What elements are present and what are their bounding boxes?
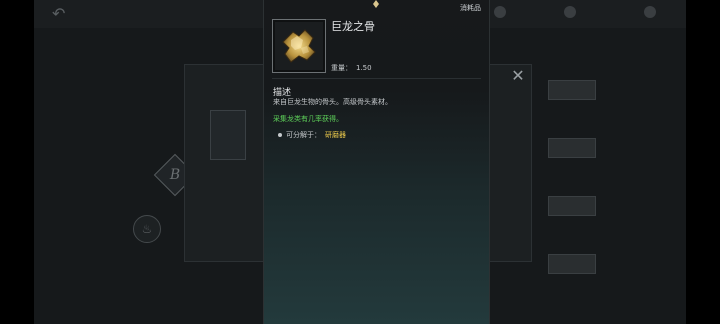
item-category: 消耗品 xyxy=(460,4,481,12)
decompose-info: 可分解于： 研磨器 xyxy=(278,130,346,140)
resource-icon xyxy=(494,6,510,18)
item-thumbnail xyxy=(272,19,326,73)
weight-label: 重量： xyxy=(331,64,352,72)
background-button xyxy=(548,138,596,158)
description-text: 来自巨龙生物的骨头。高级骨头素材。 xyxy=(273,98,392,106)
background-button xyxy=(548,254,596,274)
decompose-tool: 研磨器 xyxy=(325,131,346,139)
bone-icon xyxy=(282,29,316,63)
decompose-label: 可分解于： xyxy=(286,131,321,139)
divider xyxy=(272,78,481,79)
acquisition-text: 采集龙类有几率获得。 xyxy=(273,115,343,123)
bullet-icon xyxy=(278,133,282,137)
weight-value: 1.50 xyxy=(356,64,372,72)
item-weight: 重量： 1.50 xyxy=(331,63,372,73)
letterbox-left xyxy=(0,0,34,324)
item-detail-card: 消耗品 巨龙之骨 重量： 1.50 描述 来自巨龙生物的骨头。高级骨头素材。 采集… xyxy=(263,0,490,324)
item-name: 巨龙之骨 xyxy=(331,20,375,33)
resource-icon xyxy=(564,6,580,18)
background-button xyxy=(548,80,596,100)
background-button xyxy=(548,196,596,216)
back-icon: ↶ xyxy=(52,4,66,23)
fire-icon: ♨ xyxy=(133,215,161,243)
resource-icon xyxy=(644,6,660,18)
letterbox-right xyxy=(686,0,720,324)
card-top-ornament xyxy=(264,0,489,8)
close-icon[interactable]: ✕ xyxy=(510,68,526,84)
background-item-slot xyxy=(210,110,246,160)
